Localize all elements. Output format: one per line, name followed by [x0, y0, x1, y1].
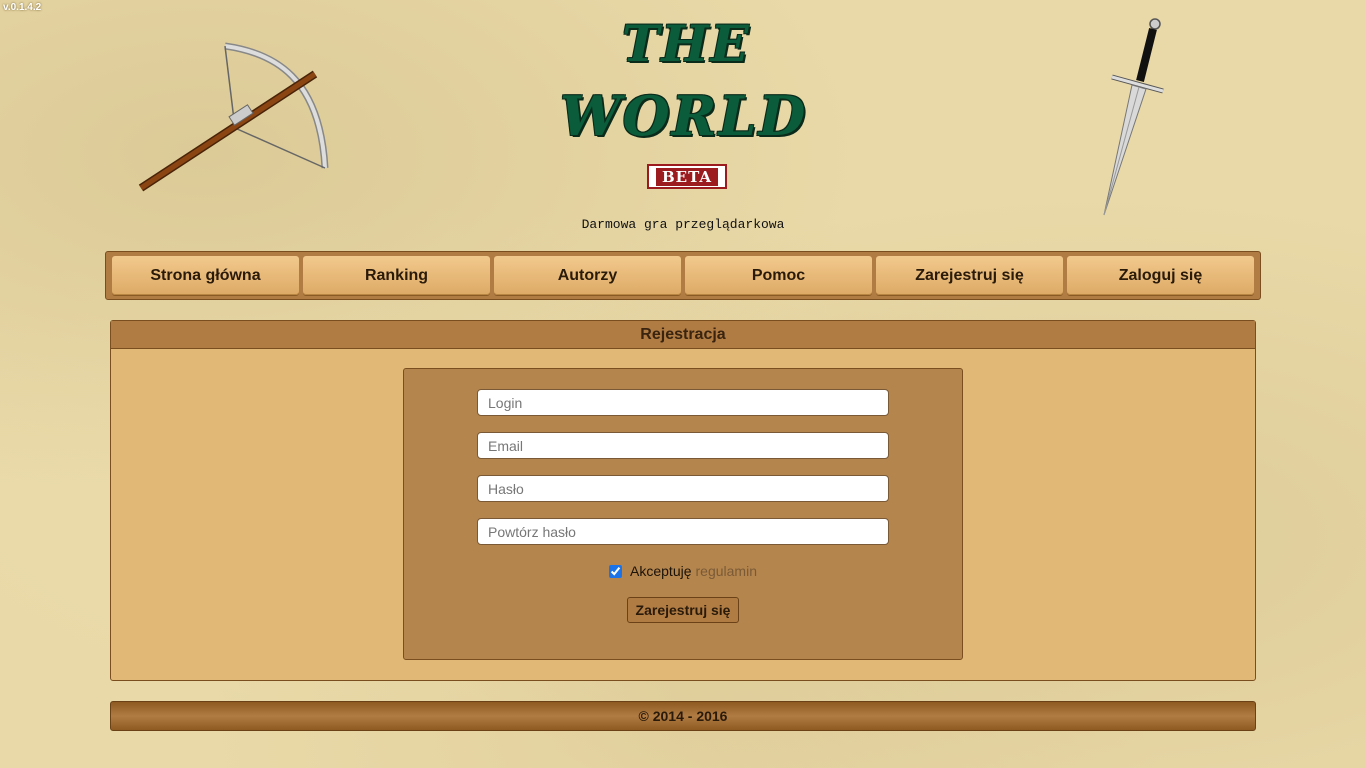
subtitle: Darmowa gra przeglądarkowa	[581, 217, 785, 232]
main-nav: Strona główna Ranking Autorzy Pomoc Zare…	[105, 251, 1261, 300]
version-label: v.0.1.4.2	[3, 2, 42, 13]
email-input[interactable]	[477, 432, 889, 459]
terms-label: Akceptuję	[630, 563, 692, 579]
nav-item-ranking[interactable]: Ranking	[303, 256, 490, 295]
logo-line-world: WORLD	[560, 84, 808, 148]
logo-line-the: THE	[622, 14, 751, 73]
login-input[interactable]	[477, 389, 889, 416]
terms-row: Akceptuję regulamin	[404, 563, 962, 579]
beta-text: BETA	[655, 167, 719, 186]
nav-item-register[interactable]: Zarejestruj się	[876, 256, 1063, 295]
nav-item-login[interactable]: Zaloguj się	[1067, 256, 1254, 295]
password-repeat-input[interactable]	[477, 518, 889, 545]
terms-checkbox[interactable]	[609, 564, 623, 578]
beta-badge: BETA	[647, 164, 727, 189]
crossbow-image	[138, 42, 329, 192]
register-button[interactable]: Zarejestruj się	[627, 597, 739, 623]
footer: © 2014 - 2016	[110, 701, 1256, 731]
registration-panel: Rejestracja Akceptuję regulamin Zarejest…	[110, 320, 1256, 681]
nav-item-help[interactable]: Pomoc	[685, 256, 872, 295]
nav-item-home[interactable]: Strona główna	[112, 256, 299, 295]
nav-item-authors[interactable]: Autorzy	[494, 256, 681, 295]
password-input[interactable]	[477, 475, 889, 502]
sword-image	[1103, 18, 1164, 216]
terms-link[interactable]: regulamin	[696, 563, 757, 579]
game-logo: THE WORLD	[560, 14, 810, 148]
panel-title: Rejestracja	[111, 321, 1255, 349]
registration-form: Akceptuję regulamin Zarejestruj się	[403, 368, 963, 660]
